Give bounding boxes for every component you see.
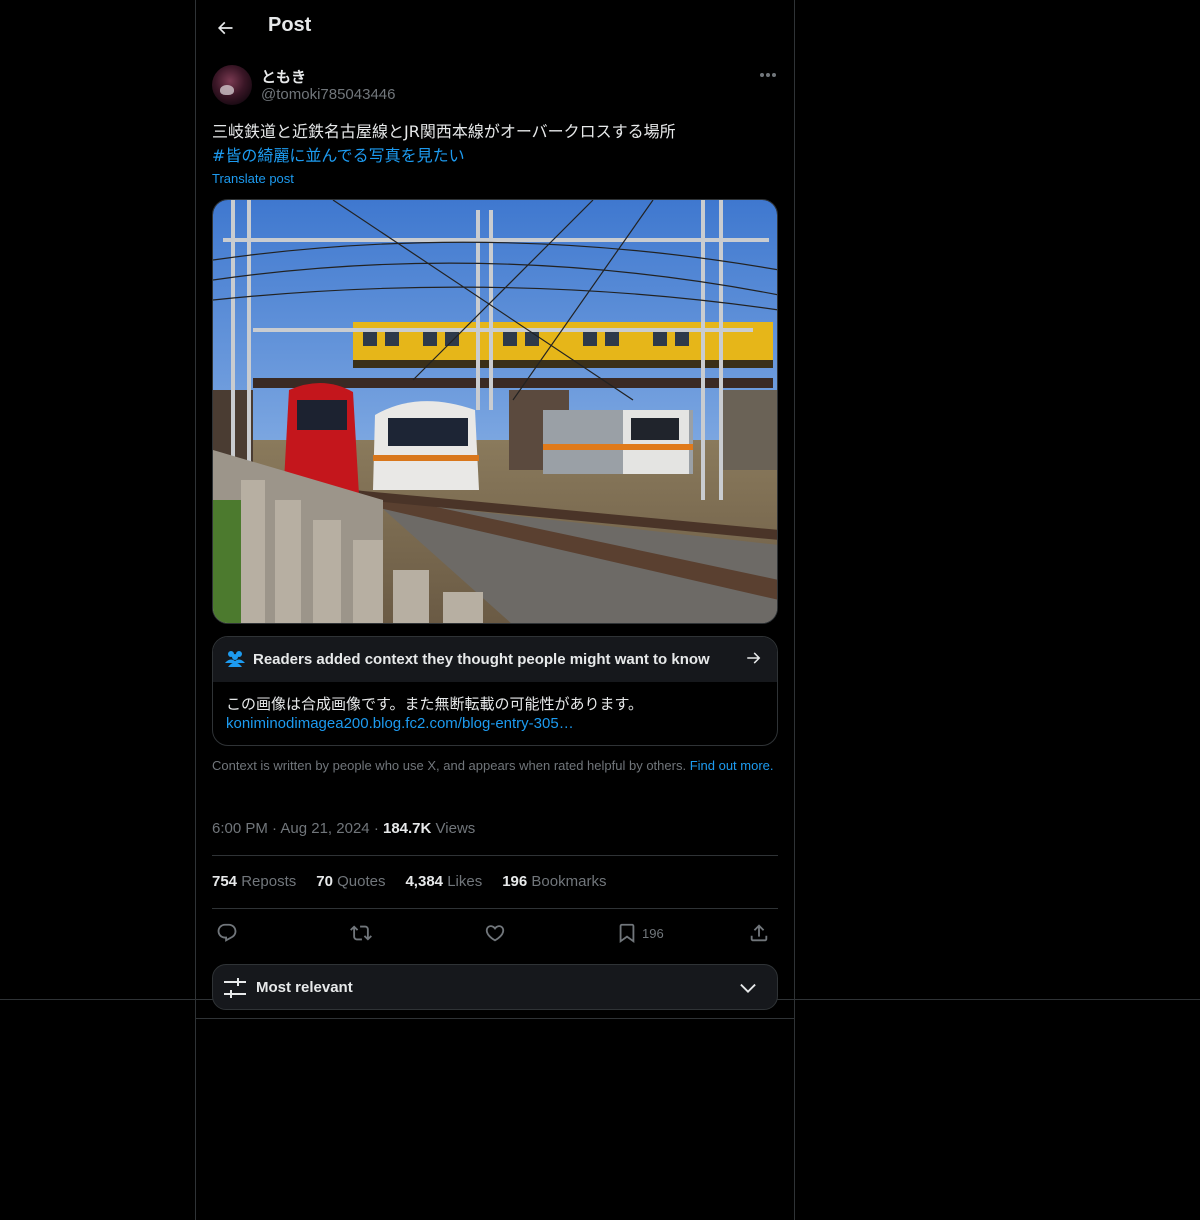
- people-icon: [225, 651, 245, 667]
- post-text: 三岐鉄道と近鉄名古屋線とJR関西本線がオーバークロスする場所: [212, 122, 676, 141]
- bookmark-count: 196: [642, 925, 664, 941]
- community-note-footer: Context is written by people who use X, …: [212, 758, 778, 774]
- heart-icon: [485, 925, 505, 942]
- like-button[interactable]: [484, 920, 506, 946]
- replies-sort-dropdown[interactable]: Most relevant: [212, 964, 778, 1010]
- author-display-name[interactable]: ともき: [261, 66, 306, 87]
- community-note-link[interactable]: koniminodimagea200.blog.fc2.com/blog-ent…: [226, 714, 574, 734]
- community-note: Readers added context they thought peopl…: [212, 636, 778, 746]
- community-note-header[interactable]: Readers added context they thought peopl…: [213, 637, 777, 682]
- more-options-button[interactable]: [756, 64, 780, 86]
- main-column: Post ともき @tomoki785043446 三岐鉄道と近鉄名古屋線とJR…: [195, 0, 795, 1220]
- meta-separator: ·: [373, 820, 383, 837]
- share-button[interactable]: [748, 920, 770, 946]
- bookmarks-stat[interactable]: 196 Bookmarks: [502, 873, 606, 890]
- bookmarks-label: Bookmarks: [531, 873, 607, 890]
- community-note-title: Readers added context they thought peopl…: [253, 651, 710, 668]
- bookmarks-count: 196: [502, 873, 528, 890]
- community-note-body: この画像は合成画像です。また無断転載の可能性があります。: [226, 695, 644, 713]
- reply-button[interactable]: [216, 920, 238, 946]
- post-time[interactable]: 6:00 PM: [212, 820, 268, 837]
- divider: [212, 855, 778, 856]
- more-dots-icon: [760, 73, 776, 77]
- quotes-label: Quotes: [337, 873, 386, 890]
- share-icon: [750, 924, 768, 942]
- sort-label: Most relevant: [256, 979, 353, 996]
- bookmark-button[interactable]: 196: [616, 920, 664, 946]
- bookmark-icon: [619, 923, 635, 944]
- post-photo[interactable]: [212, 199, 778, 624]
- post-stats: 754 Reposts 70 Quotes 4,384 Likes 196 Bo…: [212, 873, 606, 890]
- views-count: 184.7K: [382, 820, 432, 837]
- translate-post-link[interactable]: Translate post: [212, 171, 294, 186]
- page-title: Post: [268, 14, 312, 36]
- chevron-down-icon: [740, 983, 756, 993]
- hashtag-link[interactable]: #皆の綺麗に並んでる写真を見たい: [212, 144, 465, 168]
- likes-count: 4,384: [405, 873, 444, 890]
- author-handle[interactable]: @tomoki785043446: [261, 86, 396, 103]
- arrow-left-icon: [217, 21, 233, 35]
- column-bottom-rule: [196, 1018, 794, 1019]
- quotes-stat[interactable]: 70 Quotes: [316, 873, 385, 890]
- views-label: Views: [435, 820, 476, 837]
- divider: [212, 908, 778, 909]
- post-date[interactable]: Aug 21, 2024: [280, 820, 369, 837]
- back-button[interactable]: [208, 11, 242, 45]
- community-note-footer-text: Context is written by people who use X, …: [212, 758, 687, 773]
- reposts-stat[interactable]: 754 Reposts: [212, 873, 296, 890]
- sliders-icon: [224, 978, 246, 998]
- photo-trains-crossing: [213, 200, 777, 623]
- reply-icon: [217, 923, 237, 942]
- quotes-count: 70: [316, 873, 333, 890]
- repost-icon: [350, 925, 372, 941]
- likes-label: Likes: [447, 873, 483, 890]
- find-out-more-link[interactable]: Find out more.: [690, 758, 774, 773]
- repost-button[interactable]: [350, 920, 372, 946]
- reposts-count: 754: [212, 873, 238, 890]
- avatar[interactable]: [212, 65, 252, 105]
- likes-stat[interactable]: 4,384 Likes: [405, 873, 482, 890]
- post-meta: 6:00 PM · Aug 21, 2024 · 184.7K Views: [212, 820, 475, 837]
- action-bar: 196: [212, 920, 778, 946]
- post-header: Post: [196, 0, 794, 54]
- arrow-right-icon: [747, 652, 761, 664]
- reposts-label: Reposts: [241, 873, 297, 890]
